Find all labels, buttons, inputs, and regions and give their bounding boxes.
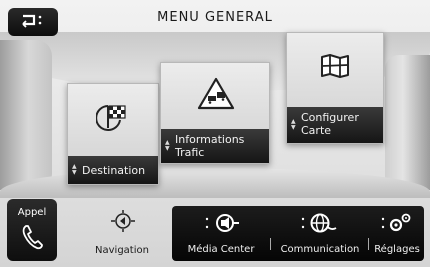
page-title: MENU GENERAL xyxy=(157,10,273,25)
communication-icon xyxy=(301,213,337,233)
settings-button[interactable]: Réglages xyxy=(370,206,424,261)
map-icon xyxy=(320,53,350,83)
navigation-icon xyxy=(110,210,136,235)
scroll-dots-icon: ▲ ▼ xyxy=(291,118,296,131)
call-label: Appel xyxy=(17,207,47,218)
separator xyxy=(270,238,271,250)
scroll-dots-icon: ▲ ▼ xyxy=(72,163,77,176)
configure-map-label-box: ▲ ▼ Configurer Carte xyxy=(287,107,383,143)
communication-button[interactable]: Communication xyxy=(272,206,368,261)
configure-map-tile[interactable]: ▲ ▼ Configurer Carte xyxy=(286,32,384,144)
navigation-label: Navigation xyxy=(95,245,149,256)
destination-label-box: ▲ ▼ Destination xyxy=(68,156,158,184)
call-button[interactable]: Appel xyxy=(7,199,57,261)
bottom-menu-bar: Média Center Communication Réglages xyxy=(172,206,424,261)
flag-icon xyxy=(95,102,130,136)
traffic-info-label-line1: Informations xyxy=(175,133,245,146)
navigation-button[interactable]: Navigation xyxy=(88,208,156,258)
media-center-label: Média Center xyxy=(187,244,255,255)
traffic-info-label-box: ▲ ▼ Informations Trafic xyxy=(161,129,269,163)
carousel-bottom-band xyxy=(0,168,430,198)
traffic-info-label-line2: Trafic xyxy=(175,146,205,159)
communication-label: Communication xyxy=(280,244,360,255)
destination-label: Destination xyxy=(82,164,146,177)
phone-icon xyxy=(20,223,44,254)
main-menu-screen: MENU GENERAL ▲ ▼ Destination ▲ ▼ Informa… xyxy=(0,0,430,267)
media-icon xyxy=(205,214,239,232)
configure-map-label-line1: Configurer xyxy=(301,111,359,124)
separator xyxy=(368,238,369,250)
settings-icon xyxy=(381,213,411,232)
scroll-dots-icon: ▲ ▼ xyxy=(165,139,170,152)
carousel-right-pillar xyxy=(385,55,430,190)
media-center-button[interactable]: Média Center xyxy=(176,206,266,261)
carousel-left-pillar xyxy=(0,40,52,190)
configure-map-label-line2: Carte xyxy=(301,124,332,137)
traffic-info-tile[interactable]: ▲ ▼ Informations Trafic xyxy=(160,62,270,164)
settings-label: Réglages xyxy=(374,244,420,255)
destination-tile[interactable]: ▲ ▼ Destination xyxy=(67,83,159,185)
traffic-warning-icon xyxy=(197,77,235,115)
